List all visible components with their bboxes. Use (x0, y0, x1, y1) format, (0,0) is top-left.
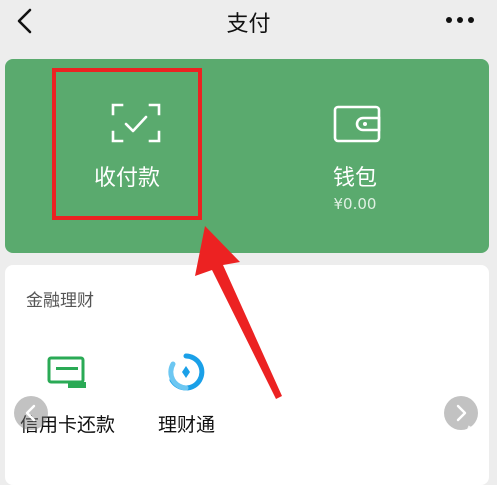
carousel-next-button[interactable] (444, 396, 478, 430)
page-title: 支付 (226, 12, 271, 37)
more-icon[interactable] (443, 6, 477, 34)
licaitong-icon[interactable] (163, 352, 209, 392)
wallet-label: 钱包 (332, 166, 377, 191)
wallet-balance: ¥0.00 (333, 195, 377, 213)
credit-card-icon[interactable] (46, 355, 88, 389)
scan-qr-icon (111, 103, 161, 143)
wallet-icon (333, 104, 381, 144)
top-bar: 支付 (0, 0, 497, 44)
carousel-prev-button[interactable] (14, 396, 48, 430)
chevron-left-icon (25, 404, 36, 422)
receive-pay-button[interactable] (50, 68, 206, 224)
section-title: 金融理财 (26, 291, 94, 311)
receive-pay-label: 收付款 (93, 166, 160, 191)
licaitong-label[interactable]: 理财通 (158, 410, 215, 437)
chevron-right-icon (456, 404, 467, 422)
